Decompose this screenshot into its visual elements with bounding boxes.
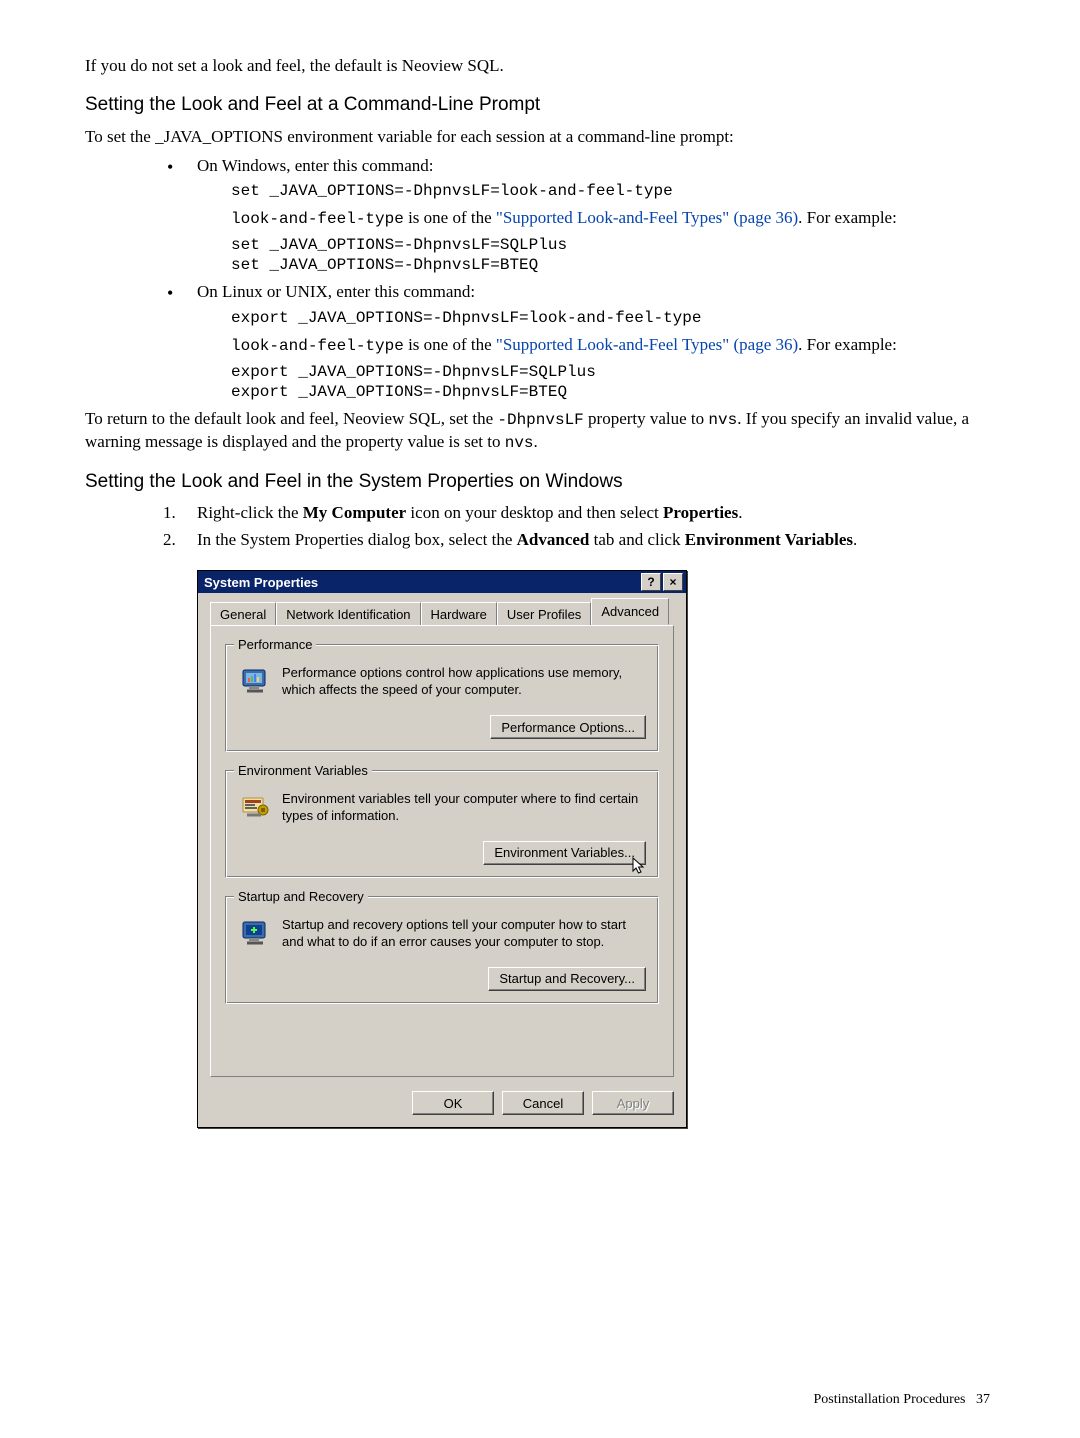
group-text: Environment variables tell your computer… <box>282 789 646 825</box>
list-number: 2. <box>163 529 176 552</box>
list-item: On Windows, enter this command: set _JAV… <box>163 155 990 276</box>
group-performance: Performance Performance options control … <box>225 644 659 752</box>
help-button[interactable]: ? <box>641 573 661 591</box>
group-text: Performance options control how applicat… <box>282 663 646 699</box>
inline-code: nvs <box>708 411 737 429</box>
environment-variables-button[interactable]: Environment Variables... <box>483 841 646 865</box>
performance-icon <box>238 663 272 697</box>
list-item: On Linux or UNIX, enter this command: ex… <box>163 281 990 402</box>
paragraph: To return to the default look and feel, … <box>85 408 990 455</box>
tab-advanced[interactable]: Advanced <box>591 598 669 626</box>
link-supported-types[interactable]: "Supported Look-and-Feel Types" (page 36… <box>496 208 798 227</box>
code-block: export _JAVA_OPTIONS=-DhpnvsLF=look-and-… <box>231 308 990 328</box>
text: In the System Properties dialog box, sel… <box>197 530 517 549</box>
performance-options-button[interactable]: Performance Options... <box>490 715 646 739</box>
text: . <box>738 503 742 522</box>
paragraph: To set the _JAVA_OPTIONS environment var… <box>85 126 990 149</box>
system-properties-dialog: System Properties ? × General Network Id… <box>197 570 687 1128</box>
paragraph: look-and-feel-type is one of the "Suppor… <box>231 207 990 231</box>
tab-panel-advanced: Performance Performance options control … <box>210 625 674 1077</box>
paragraph: look-and-feel-type is one of the "Suppor… <box>231 334 990 358</box>
list-item: 2. In the System Properties dialog box, … <box>163 529 990 552</box>
inline-code: -DhpnvsLF <box>497 411 583 429</box>
inline-code: nvs <box>505 434 534 452</box>
footer-label: Postinstallation Procedures <box>813 1392 965 1407</box>
bold-text: My Computer <box>303 503 406 522</box>
code-block: export _JAVA_OPTIONS=-DhpnvsLF=SQLPlus e… <box>231 362 990 402</box>
tab-user-profiles[interactable]: User Profiles <box>497 602 591 627</box>
list-lead: On Linux or UNIX, enter this command: <box>197 282 475 301</box>
group-legend: Environment Variables <box>234 762 372 780</box>
text: is one of the <box>404 208 496 227</box>
code-block: set _JAVA_OPTIONS=-DhpnvsLF=SQLPlus set … <box>231 235 990 275</box>
text: property value to <box>584 409 709 428</box>
tab-network-identification[interactable]: Network Identification <box>276 602 420 627</box>
text: To return to the default look and feel, … <box>85 409 497 428</box>
cancel-button[interactable]: Cancel <box>502 1091 584 1115</box>
code-block: set _JAVA_OPTIONS=-DhpnvsLF=look-and-fee… <box>231 181 990 201</box>
apply-button[interactable]: Apply <box>592 1091 674 1115</box>
heading-setting-cmdline: Setting the Look and Feel at a Command-L… <box>85 92 990 118</box>
text: icon on your desktop and then select <box>406 503 663 522</box>
group-text: Startup and recovery options tell your c… <box>282 915 646 951</box>
link-supported-types[interactable]: "Supported Look-and-Feel Types" (page 36… <box>496 335 798 354</box>
text: . For example: <box>798 335 897 354</box>
group-legend: Performance <box>234 636 316 654</box>
page-footer: Postinstallation Procedures 37 <box>813 1391 990 1410</box>
tab-strip: General Network Identification Hardware … <box>210 601 674 625</box>
startup-recovery-button[interactable]: Startup and Recovery... <box>488 967 646 991</box>
tab-general[interactable]: General <box>210 602 276 627</box>
tab-hardware[interactable]: Hardware <box>421 602 497 627</box>
text: . For example: <box>798 208 897 227</box>
page-number: 37 <box>976 1392 990 1407</box>
dialog-title: System Properties <box>204 574 318 592</box>
text: . <box>853 530 857 549</box>
startup-recovery-icon <box>238 915 272 949</box>
text: Right-click the <box>197 503 303 522</box>
environment-variables-icon <box>238 789 272 823</box>
list-number: 1. <box>163 502 176 525</box>
close-button[interactable]: × <box>663 573 683 591</box>
ok-button[interactable]: OK <box>412 1091 494 1115</box>
paragraph: If you do not set a look and feel, the d… <box>85 55 990 78</box>
group-environment-variables: Environment Variables Environment variab… <box>225 770 659 878</box>
text: is one of the <box>404 335 496 354</box>
group-legend: Startup and Recovery <box>234 888 368 906</box>
list-lead: On Windows, enter this command: <box>197 156 434 175</box>
text: tab and click <box>589 530 684 549</box>
bold-text: Environment Variables <box>685 530 853 549</box>
list-item: 1. Right-click the My Computer icon on y… <box>163 502 990 525</box>
inline-code: look-and-feel-type <box>231 210 404 228</box>
text: . <box>534 432 538 451</box>
inline-code: look-and-feel-type <box>231 337 404 355</box>
titlebar: System Properties ? × <box>198 571 686 593</box>
bold-text: Properties <box>663 503 738 522</box>
bold-text: Advanced <box>517 530 590 549</box>
group-startup-recovery: Startup and Recovery Startup and recover… <box>225 896 659 1004</box>
heading-setting-sysprops: Setting the Look and Feel in the System … <box>85 469 990 495</box>
